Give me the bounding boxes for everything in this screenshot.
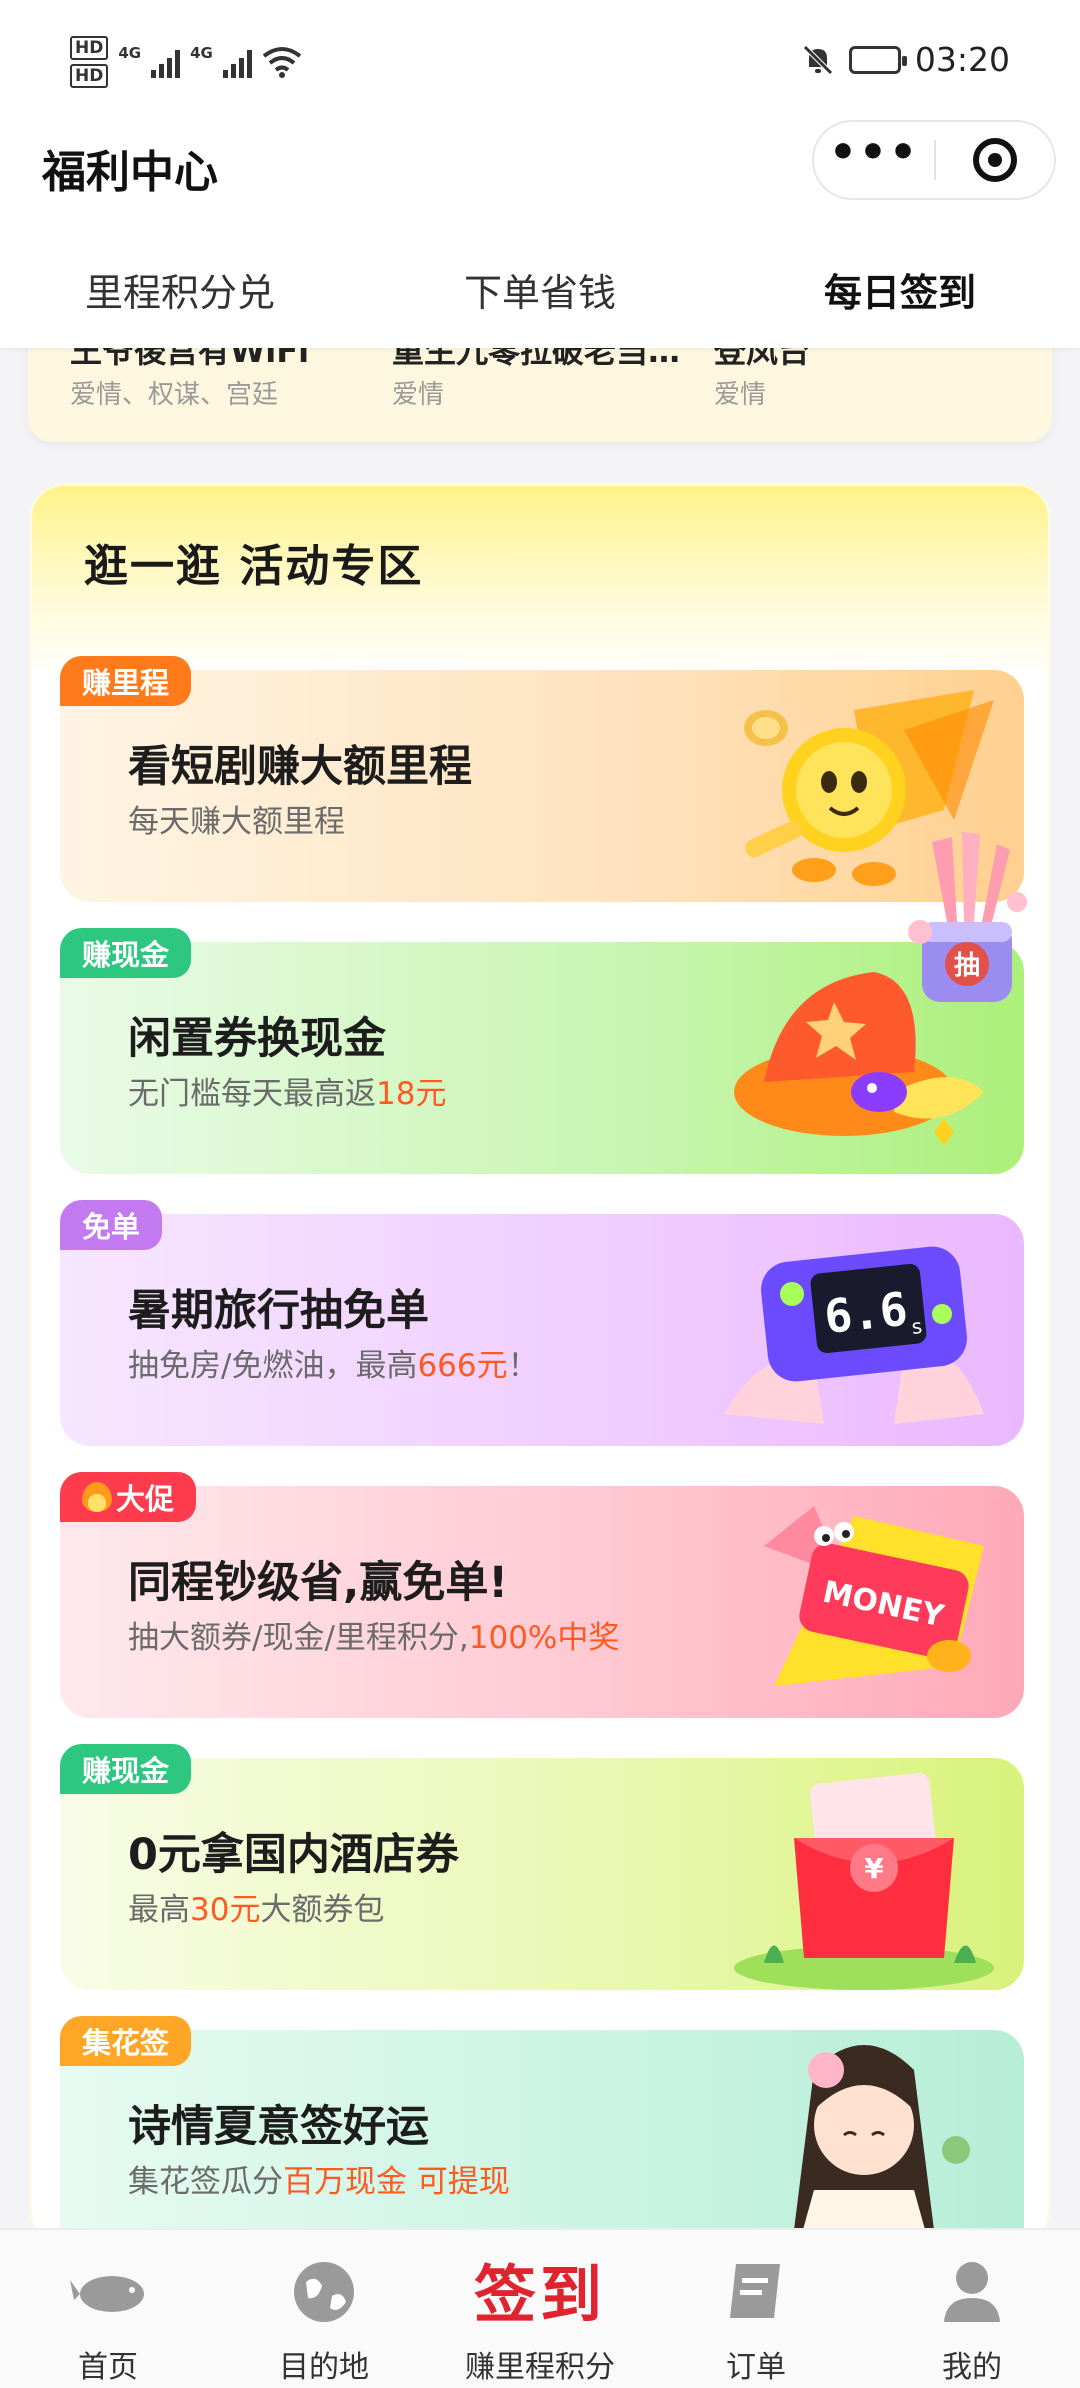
money-envelope-icon: MONEY	[764, 1506, 984, 1686]
nav-home[interactable]: 首页	[0, 2230, 216, 2388]
nav-checkin[interactable]: 签到 赚里程积分	[432, 2230, 648, 2388]
card-badge: 免单	[60, 1200, 163, 1250]
badge-label: 赚里程	[82, 666, 170, 700]
nav-label: 订单	[726, 2350, 786, 2385]
hd-badge-2: HD	[70, 64, 109, 88]
activity-card-voucher-cash[interactable]: 赚现金 闲置券换现金 无门槛每天最高返18元 抽	[60, 832, 1027, 1174]
title-bar: 福利中心 •••	[0, 120, 1080, 230]
status-bar: HD HD 4G 4G 03:20	[0, 0, 1080, 130]
tab-mileage-exchange[interactable]: 里程积分兑	[0, 262, 360, 317]
signal-icon-2	[222, 46, 252, 78]
card-badge: 集花签	[60, 2016, 192, 2066]
activity-card-big-promo[interactable]: 大促 同程钞级省,赢免单! 抽大额券/现金/里程积分,100%中奖 MONEY	[60, 1472, 1024, 1718]
nav-orders[interactable]: 订单	[648, 2230, 864, 2388]
nav-mine[interactable]: 我的	[864, 2230, 1080, 2388]
mute-bell-icon	[803, 44, 833, 75]
activity-section: 逛一逛 活动专区 赚里程 看短剧赚大额里程 每天赚大额里程 赚现金 闲置券换现金…	[30, 484, 1050, 2244]
card-subtitle: 最高30元大额券包	[128, 1892, 385, 1928]
status-time: 03:20	[914, 40, 1010, 79]
tab-bar: 里程积分兑 下单省钱 每日签到	[0, 230, 1080, 348]
hd-badge-1: HD	[70, 36, 109, 60]
globe-icon	[294, 2262, 354, 2322]
card-title: 看短剧赚大额里程	[128, 742, 472, 792]
status-left: HD HD 4G 4G	[70, 36, 302, 88]
drama-tags-1: 爱情、权谋、宫廷	[70, 380, 279, 410]
yen-symbol: ¥	[864, 1852, 884, 1885]
game-screen-value: 6.6	[822, 1282, 910, 1344]
card-badge: 赚现金	[60, 928, 192, 978]
sign-in-icon: 签到	[473, 2258, 606, 2331]
order-book-icon	[730, 2264, 780, 2318]
close-mini-program-button[interactable]	[936, 122, 1054, 198]
wifi-icon	[262, 47, 302, 78]
card-badge: 大促	[60, 1472, 197, 1522]
card-subtitle: 抽大额券/现金/里程积分,100%中奖	[128, 1620, 620, 1656]
game-console-icon: 6.6 s	[724, 1246, 984, 1424]
tab-order-save[interactable]: 下单省钱	[360, 262, 720, 317]
activity-card-free-order-draw[interactable]: 免单 暑期旅行抽免单 抽免房/免燃油，最高666元！ 6.6 s	[60, 1200, 1024, 1446]
card-title: 诗情夏意签好运	[128, 2102, 429, 2152]
fairy-girl-icon	[794, 2045, 970, 2242]
drama-tags-3: 爱情	[714, 380, 767, 410]
user-icon	[944, 2262, 1000, 2322]
activity-card-flower-sign[interactable]: 集花签 诗情夏意签好运 集花签瓜分百万现金 可提现	[60, 2016, 1024, 2242]
draw-label: 抽	[954, 951, 980, 981]
activity-title: 逛一逛 活动专区	[84, 541, 424, 592]
battery-icon	[848, 45, 907, 74]
flame-icon	[82, 1482, 112, 1512]
card-subtitle: 无门槛每天最高返18元	[128, 1076, 447, 1112]
activity-card-hotel-voucher[interactable]: 赚现金 0元拿国内酒店券 最高30元大额券包 ¥	[60, 1744, 1024, 1990]
bottom-nav: 首页 目的地 签到 赚里程积分 订单 我的	[0, 2228, 1080, 2388]
nav-label: 首页	[78, 2350, 138, 2385]
target-close-icon	[972, 138, 1017, 182]
card-subtitle: 集花签瓜分百万现金 可提现	[128, 2164, 510, 2200]
card-subtitle: 每天赚大额里程	[128, 804, 345, 840]
card-title: 同程钞级省,赢免单!	[128, 1558, 508, 1608]
more-button[interactable]: •••	[814, 122, 934, 198]
card-subtitle: 抽免房/免燃油，最高666元！	[128, 1348, 539, 1384]
nav-label: 赚里程积分	[465, 2350, 615, 2385]
activity-card-short-drama[interactable]: 赚里程 看短剧赚大额里程 每天赚大额里程	[60, 656, 1024, 902]
card-title: 暑期旅行抽免单	[128, 1286, 429, 1336]
card-badge: 赚现金	[60, 1744, 192, 1794]
whale-icon	[70, 2276, 144, 2312]
badge-label: 免单	[82, 1210, 141, 1244]
badge-label: 大促	[116, 1482, 175, 1516]
drama-tags-2: 爱情	[392, 380, 445, 410]
page-title: 福利中心	[42, 147, 218, 198]
network-type-2: 4G	[190, 44, 213, 62]
mini-program-capsule: •••	[812, 120, 1056, 200]
card-title: 闲置券换现金	[128, 1014, 386, 1064]
badge-label: 赚现金	[82, 938, 170, 972]
status-right: 03:20	[801, 40, 1010, 79]
card-badge: 赚里程	[60, 656, 192, 706]
card-title: 0元拿国内酒店券	[128, 1830, 459, 1880]
nav-label: 我的	[942, 2350, 1002, 2385]
badge-label: 集花签	[82, 2026, 170, 2060]
nav-label: 目的地	[279, 2350, 369, 2385]
network-type-1: 4G	[118, 44, 142, 62]
red-envelope-icon: ¥	[734, 1772, 994, 1990]
nav-destination[interactable]: 目的地	[216, 2230, 432, 2388]
signal-icon	[151, 46, 181, 78]
lottery-jar-icon: 抽	[908, 832, 1027, 1002]
tab-daily-checkin[interactable]: 每日签到	[720, 262, 1080, 317]
badge-label: 赚现金	[82, 1754, 170, 1788]
